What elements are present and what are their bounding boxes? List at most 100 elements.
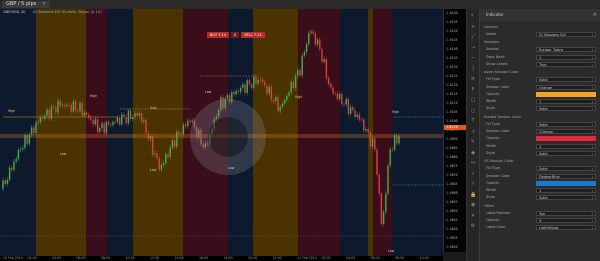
property-row[interactable]: Opacity 3 ▾	[486, 217, 598, 224]
chevron-down-icon[interactable]: ▾	[591, 196, 593, 199]
color-swatch[interactable]	[536, 180, 596, 186]
property-row[interactable]: Session Color DodgerBlue ▾	[486, 173, 598, 180]
chevron-down-icon[interactable]: ▾	[591, 167, 593, 170]
chevron-down-icon[interactable]: ▾	[591, 123, 593, 126]
property-value[interactable]: Solid ▾	[536, 166, 596, 172]
chevron-down-icon[interactable]: ▾	[591, 130, 593, 133]
ellipse-icon[interactable]: ○	[470, 108, 476, 114]
property-row[interactable]: Opacity	[486, 91, 598, 98]
measure-icon[interactable]: ↔	[470, 160, 476, 166]
close-icon[interactable]: ×	[593, 9, 597, 21]
property-row[interactable]: Opacity	[486, 180, 598, 187]
magnet-icon[interactable]: ∩	[470, 181, 476, 187]
property-value[interactable]: 1 ▾	[536, 188, 596, 194]
eye-icon[interactable]: ◉	[470, 202, 476, 208]
brush-icon[interactable]: ✎	[470, 139, 476, 145]
candle	[35, 122, 37, 134]
chevron-down-icon[interactable]: ▾	[591, 63, 593, 66]
time-tick: 22:00	[272, 256, 282, 260]
price-scale[interactable]: 1.6160 1.6155 1.6150 1.6145 1.6140 1.6135 1.61…	[443, 9, 467, 252]
chevron-down-icon[interactable]: ▾	[591, 212, 593, 215]
property-row[interactable]: Width 1 ▾	[486, 143, 598, 150]
chart-tab[interactable]: GBP / 5 pips ×	[2, 1, 51, 8]
property-value[interactable]: IQ Sessions Ext ▾	[536, 32, 596, 37]
property-row[interactable]: Fill Type Solid ▾	[486, 76, 598, 83]
chevron-down-icon[interactable]: ▾	[591, 48, 593, 51]
property-value[interactable]: Crimson ▾	[536, 129, 596, 134]
zoom-icon[interactable]: ⌕	[470, 171, 476, 177]
property-row[interactable]: Fill Type Solid ▾	[486, 165, 598, 172]
close-tab-icon[interactable]: ×	[42, 1, 46, 7]
lock-icon[interactable]: 🔒	[470, 192, 476, 198]
candle	[378, 174, 380, 194]
chevron-down-icon[interactable]: ▾	[591, 100, 593, 103]
property-row[interactable]: Session Europe_Tokyo ▾	[486, 46, 598, 53]
property-value[interactable]: Top ▾	[536, 210, 596, 216]
property-row[interactable]: Opacity	[486, 135, 598, 142]
line-icon[interactable]: ╱	[470, 34, 476, 40]
chart-area[interactable]: GBP/USD (5) IQ Sessions Ext (Europe, Tok…	[0, 9, 443, 261]
chevron-down-icon[interactable]: ▾	[591, 152, 593, 155]
property-value[interactable]: 1 ▾	[536, 143, 596, 149]
property-value[interactable]: Solid ▾	[536, 121, 596, 127]
property-value[interactable]: Orange ▾	[536, 84, 596, 90]
property-value[interactable]: Solid ▾	[536, 106, 596, 112]
property-value[interactable]: DodgerBlue ▾	[536, 173, 596, 179]
text-icon[interactable]: T	[470, 118, 476, 124]
property-value[interactable]: 1 ▾	[536, 99, 596, 105]
buy-button[interactable]: BUY 7.14	[207, 32, 230, 38]
marker-icon[interactable]: ◆	[470, 150, 476, 156]
channel-icon[interactable]: ≡	[470, 76, 476, 82]
arrow-icon[interactable]: ↗	[470, 129, 476, 135]
hline-icon[interactable]: ─	[470, 55, 476, 61]
chevron-down-icon[interactable]: ▾	[591, 189, 593, 192]
chevron-down-icon[interactable]: ▾	[591, 56, 593, 59]
candle	[162, 163, 165, 165]
settings-icon[interactable]: ⚙	[470, 223, 476, 229]
property-value[interactable]: 3 ▾	[536, 218, 596, 223]
crosshair-icon[interactable]: +	[470, 24, 476, 30]
property-row[interactable]: Style Solid ▾	[486, 105, 598, 112]
chevron-down-icon[interactable]: ▾	[591, 78, 593, 81]
rect-icon[interactable]: □	[470, 97, 476, 103]
time-tick: 06:00	[370, 256, 380, 260]
cursor-icon[interactable]: ↖	[470, 13, 476, 19]
property-row[interactable]: Width 1 ▾	[486, 187, 598, 194]
property-value[interactable]: LightYellow ▾	[536, 225, 596, 231]
property-row[interactable]: Name IQ Sessions Ext ▾	[486, 31, 598, 38]
property-row[interactable]: Session Color Orange ▾	[486, 84, 598, 91]
chevron-down-icon[interactable]: ▾	[591, 226, 593, 229]
vline-icon[interactable]: │	[470, 66, 476, 72]
property-row[interactable]: Label Color LightYellow ▾	[486, 224, 598, 231]
color-swatch[interactable]	[536, 136, 596, 142]
qty-button[interactable]: 0	[231, 32, 240, 38]
property-row[interactable]: Days Back 1 ▾	[486, 54, 598, 61]
chevron-down-icon[interactable]: ▾	[591, 219, 593, 222]
property-row[interactable]: Fill Type Solid ▾	[486, 121, 598, 128]
property-row[interactable]: Label Position Top ▾	[486, 210, 598, 217]
property-row[interactable]: Show Labels True ▾	[486, 61, 598, 68]
sell-button[interactable]: SELL 7.13	[241, 32, 265, 38]
candle	[376, 149, 378, 175]
property-value[interactable]: Europe_Tokyo ▾	[536, 47, 596, 53]
chevron-down-icon[interactable]: ▾	[591, 107, 593, 110]
property-value[interactable]: Solid ▾	[536, 77, 596, 83]
fib-icon[interactable]: F	[470, 87, 476, 93]
property-row[interactable]: Width 1 ▾	[486, 98, 598, 105]
property-value[interactable]: 1 ▾	[536, 54, 596, 60]
chevron-down-icon[interactable]: ▾	[591, 86, 593, 89]
color-swatch[interactable]	[536, 91, 596, 97]
chevron-down-icon[interactable]: ▾	[591, 175, 593, 178]
property-value[interactable]: Solid ▾	[536, 195, 596, 201]
property-row[interactable]: Style Solid ▾	[486, 150, 598, 157]
ray-icon[interactable]: →	[470, 45, 476, 51]
chevron-down-icon[interactable]: ▾	[591, 33, 593, 36]
candle	[63, 104, 66, 106]
property-value[interactable]: True ▾	[536, 61, 596, 67]
property-row[interactable]: Style Solid ▾	[486, 194, 598, 201]
panel-section-title: US Session Color	[484, 159, 514, 164]
trash-icon[interactable]: ✕	[470, 213, 476, 219]
property-row[interactable]: Session Color Crimson ▾	[486, 128, 598, 135]
property-value[interactable]: Solid ▾	[536, 150, 596, 156]
chevron-down-icon[interactable]: ▾	[591, 145, 593, 148]
